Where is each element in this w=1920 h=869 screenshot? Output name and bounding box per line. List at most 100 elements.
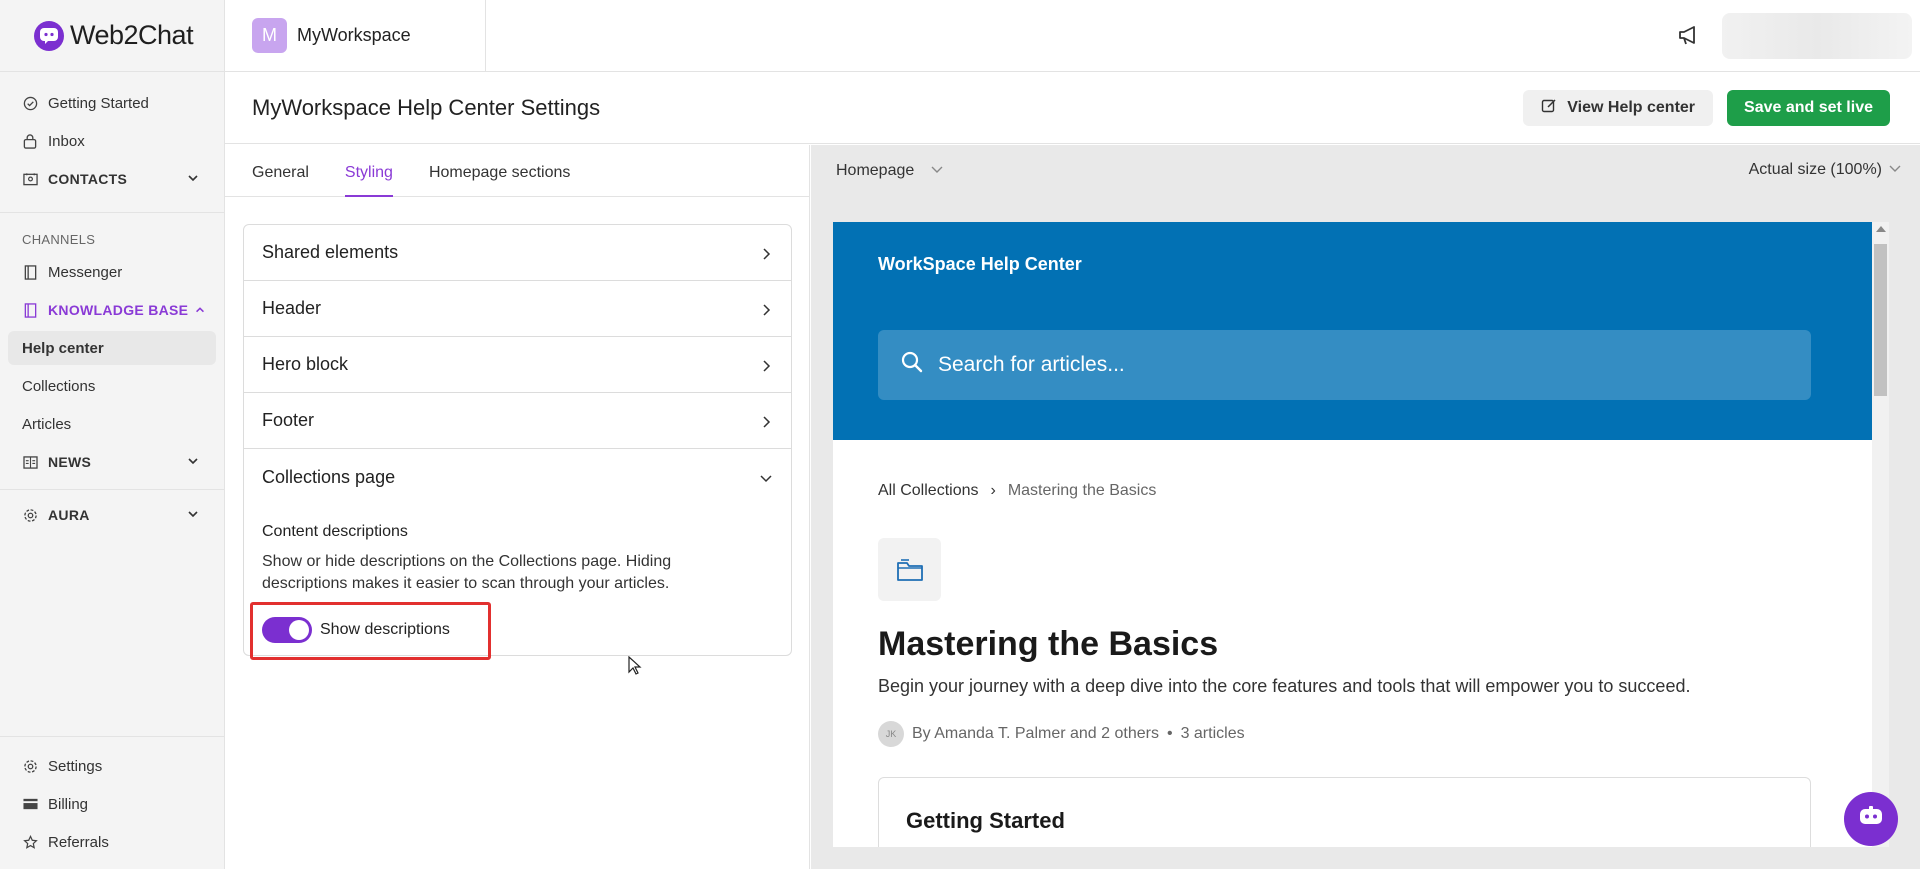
tab-styling[interactable]: Styling [344,164,393,197]
nav-help-center[interactable]: Help center [8,331,216,365]
edit-icon [1541,98,1557,119]
book-icon [22,264,38,280]
inbox-icon [22,133,38,149]
save-and-set-live-button[interactable]: Save and set live [1727,90,1890,126]
gear-icon [22,507,38,523]
accordion-hero-block[interactable]: Hero block [244,337,791,393]
top-bar: M MyWorkspace [225,0,1920,72]
preview-page-select[interactable]: Homepage [836,162,944,180]
avatar: JK [878,721,904,747]
breadcrumb-all-collections[interactable]: All Collections [878,482,978,500]
chevron-down-icon [759,469,773,483]
section-card[interactable]: Getting Started [878,777,1811,847]
nav-collections[interactable]: Collections [0,367,224,405]
accordion-label: Shared elements [262,242,399,262]
chevron-down-icon[interactable] [186,454,202,470]
search-icon [900,350,924,380]
preview-scrollbar[interactable] [1872,222,1889,847]
tab-general[interactable]: General [252,164,309,196]
highlight-box [250,602,491,660]
nav-articles[interactable]: Articles [0,405,224,443]
collection-meta: JK By Amanda T. Palmer and 2 others • 3 … [878,721,1835,747]
nav-label: CONTACTS [48,171,128,187]
check-circle-icon [22,95,38,111]
chevron-down-icon[interactable] [186,507,202,523]
nav-label: Inbox [48,132,85,150]
accordion-shared-elements[interactable]: Shared elements [244,225,791,281]
nav-label: NEWS [48,454,92,470]
header-actions: View Help center Save and set live [1523,90,1890,126]
nav-label: Billing [48,795,89,813]
accordion-label: Hero block [262,354,349,374]
collection-title: Mastering the Basics [878,625,1219,663]
hero-block: WorkSpace Help Center Search for article… [833,222,1880,440]
nav-label: Messenger [48,263,123,281]
sidebar-bottom: Settings Billing Referrals [0,736,224,869]
view-help-center-label: View Help center [1567,99,1696,116]
chevron-down-icon [1888,161,1902,179]
nav-billing[interactable]: Billing [0,785,224,823]
accordion-collections-page[interactable]: Collections page [244,449,791,505]
breadcrumb-current: Mastering the Basics [1007,482,1157,499]
book-icon [22,302,38,318]
channels-section-label: CHANNELS [22,231,96,247]
chat-bot-icon [1858,805,1884,833]
meta-separator: • [1166,725,1173,742]
chevron-right-icon [759,413,773,428]
chevron-down-icon[interactable] [186,171,202,187]
search-placeholder: Search for articles... [938,353,1125,376]
settings-panel: General Styling Homepage sections Shared… [225,145,810,869]
nav-knowledge-base[interactable]: KNOWLADGE BASE [0,291,224,329]
divider [0,212,224,213]
megaphone-icon[interactable] [1676,22,1704,50]
nav-getting-started[interactable]: Getting Started [0,84,224,122]
preview-zoom-select[interactable]: Actual size (100%) [1749,161,1902,179]
nav-label: KNOWLADGE BASE [48,302,189,318]
page-header: MyWorkspace Help Center Settings View He… [225,72,1920,144]
logo[interactable]: Web2Chat [0,0,224,72]
collection-description: Begin your journey with a deep dive into… [878,676,1691,696]
accordion-label: Collections page [262,466,396,487]
nav-label: AURA [48,507,90,523]
accordion-header[interactable]: Header [244,281,791,337]
nav-label: Getting Started [48,94,149,112]
chevron-right-icon [759,357,773,372]
chat-launcher-button[interactable] [1844,792,1898,846]
nav-settings[interactable]: Settings [0,747,224,785]
article-search-input[interactable]: Search for articles... [878,330,1811,400]
nav-inbox[interactable]: Inbox [0,122,224,160]
workspace-name: MyWorkspace [297,25,411,45]
zoom-value: Actual size (100%) [1748,161,1882,178]
card-icon [22,796,38,812]
chevron-down-icon [930,162,944,180]
user-profile[interactable] [1722,13,1912,59]
content-descriptions-help: Show or hide descriptions on the Collect… [262,553,672,592]
divider [0,489,224,490]
chevron-up-icon[interactable] [194,304,206,316]
chat-bot-icon [34,20,64,51]
mouse-cursor-icon [628,656,642,675]
nav-news[interactable]: NEWS [0,443,224,481]
help-center-preview-frame: WorkSpace Help Center Search for article… [833,222,1880,847]
view-help-center-button[interactable]: View Help center [1523,90,1714,126]
tab-homepage-sections[interactable]: Homepage sections [429,164,570,196]
nav-label: Referrals [48,833,109,851]
breadcrumb-separator: › [990,482,996,499]
help-center-title: WorkSpace Help Center [878,254,1082,274]
brand-name: Web2Chat [70,20,194,50]
scrollbar-thumb[interactable] [1874,244,1887,396]
star-icon [22,834,38,850]
nav-aura[interactable]: AURA [0,496,224,534]
collection-article-count: 3 articles [1180,725,1245,742]
chevron-right-icon [759,245,773,260]
preview-panel: Homepage Actual size (100%) WorkSpace He… [811,145,1920,869]
workspace-switcher[interactable]: M MyWorkspace [225,0,486,72]
nav-messenger[interactable]: Messenger [0,253,224,291]
section-card-title: Getting Started [906,808,1065,833]
nav-referrals[interactable]: Referrals [0,823,224,861]
accordion-footer[interactable]: Footer [244,393,791,449]
scroll-up-arrow-icon[interactable] [1876,226,1886,232]
accordion-label: Header [262,298,322,318]
accordion-label: Footer [262,410,315,430]
nav-contacts[interactable]: CONTACTS [0,160,224,198]
